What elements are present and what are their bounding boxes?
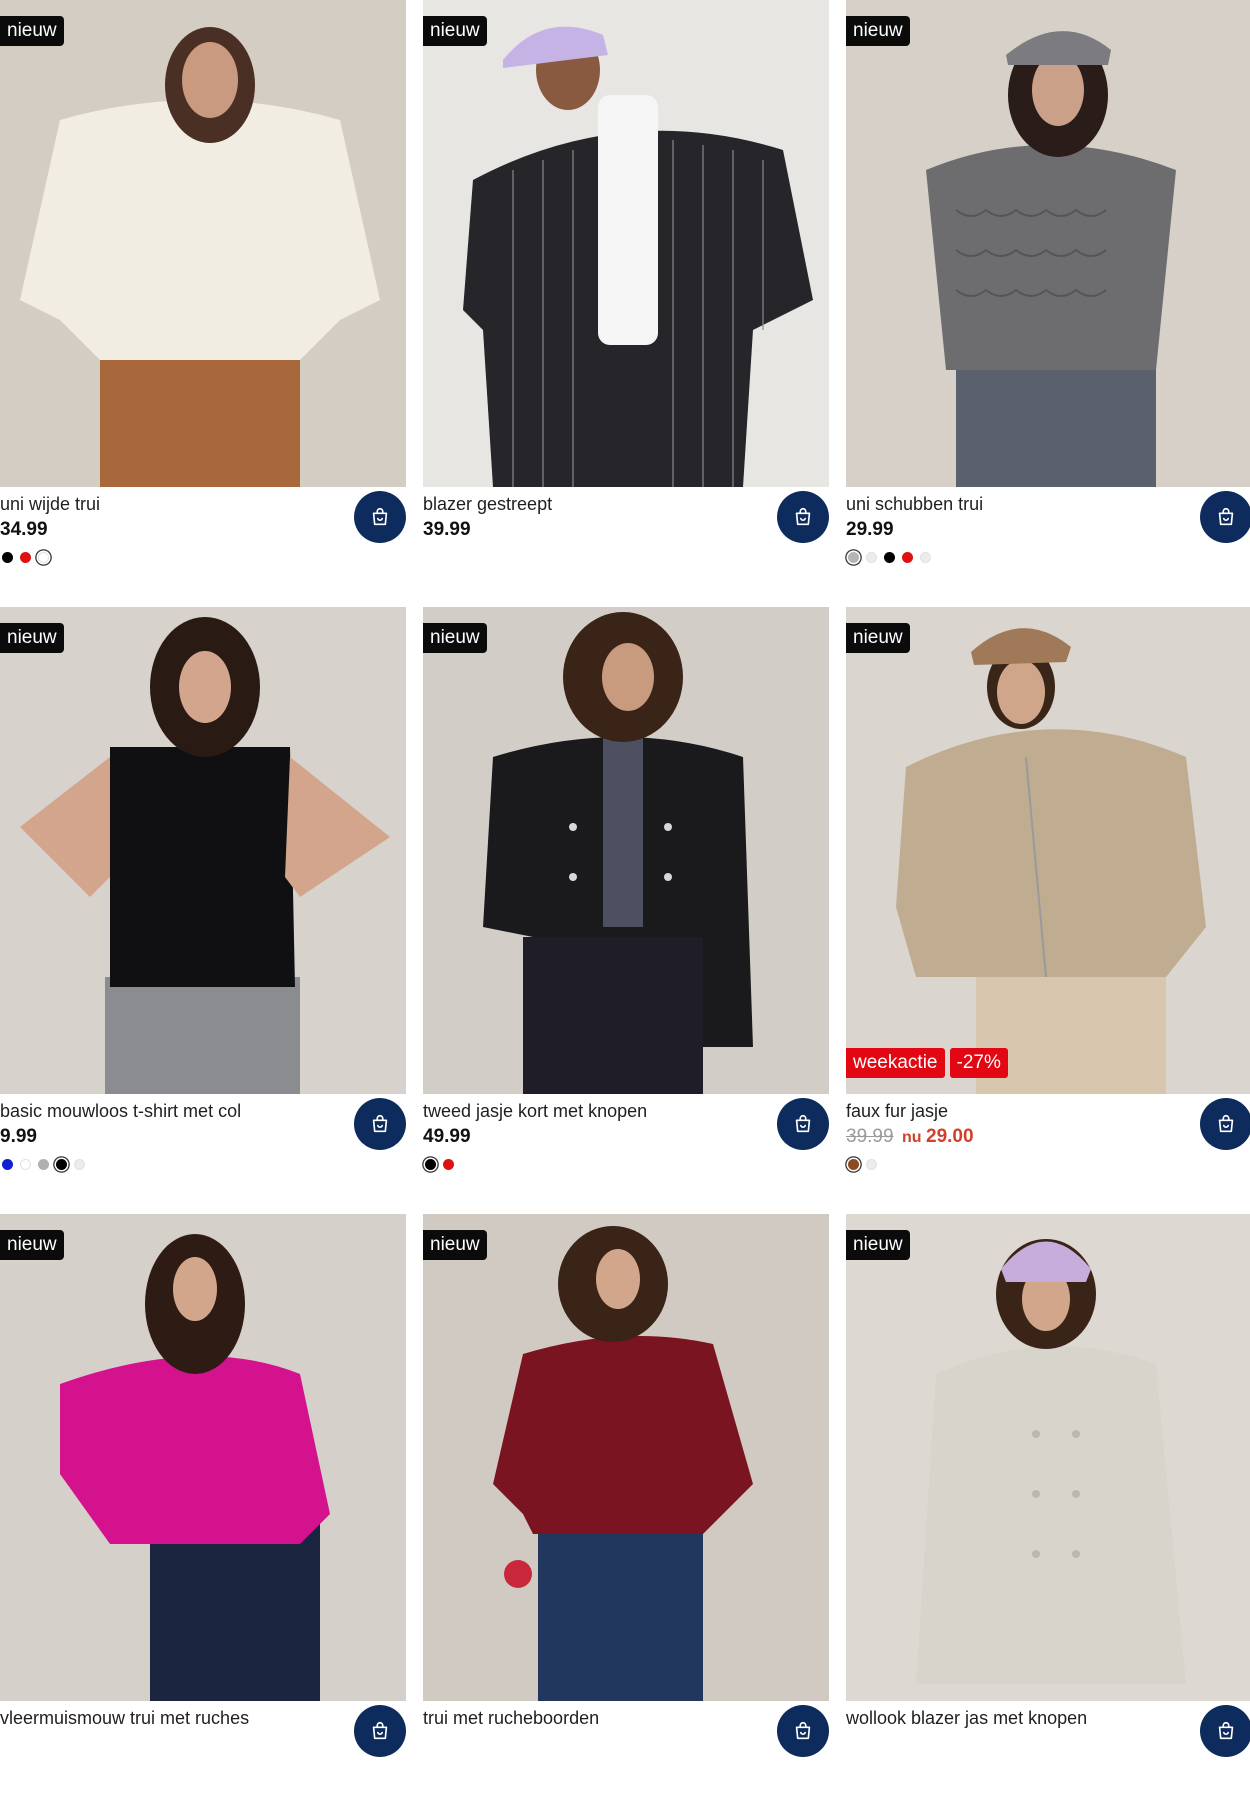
color-swatches: [848, 552, 931, 563]
nu-label: nu: [902, 1129, 922, 1146]
product-grid: nieuw uni wijde trui 34.99 nieuw blazer …: [0, 0, 1250, 1757]
product-image[interactable]: nieuw: [423, 0, 829, 487]
product-card[interactable]: nieuw tweed jasje kort met knopen 49.99: [423, 607, 829, 1194]
product-card[interactable]: nieuw weekactie -27% faux fur jasje 39.9…: [846, 607, 1250, 1194]
product-image[interactable]: nieuw weekactie -27%: [846, 607, 1250, 1094]
product-image[interactable]: nieuw: [423, 607, 829, 1094]
product-name[interactable]: basic mouwloos t-shirt met col: [0, 1101, 241, 1122]
product-price: 34.99: [0, 519, 48, 540]
product-image[interactable]: nieuw: [846, 1214, 1250, 1701]
product-image[interactable]: nieuw: [0, 607, 406, 1094]
product-card[interactable]: nieuw uni wijde trui 34.99: [0, 0, 406, 587]
color-swatch[interactable]: [56, 1159, 67, 1170]
color-swatch[interactable]: [38, 552, 49, 563]
product-price: 39.99: [423, 519, 471, 540]
product-card[interactable]: nieuw wollook blazer jas met knopen: [846, 1214, 1250, 1801]
color-swatch[interactable]: [866, 1159, 877, 1170]
shopping-bag-icon: [1218, 1114, 1234, 1133]
product-photo: [0, 607, 406, 1094]
product-name[interactable]: uni wijde trui: [0, 494, 100, 515]
product-card[interactable]: nieuw blazer gestreept 39.99: [423, 0, 829, 587]
color-swatches: [2, 552, 49, 563]
product-name[interactable]: vleermuismouw trui met ruches: [0, 1708, 249, 1729]
color-swatches: [425, 1159, 454, 1170]
product-card[interactable]: nieuw basic mouwloos t-shirt met col 9.9…: [0, 607, 406, 1194]
add-to-cart-button[interactable]: [777, 1705, 829, 1757]
color-swatches: [848, 1159, 877, 1170]
product-photo: [0, 1214, 406, 1701]
product-card[interactable]: nieuw trui met rucheboorden: [423, 1214, 829, 1801]
weekactie-badge: weekactie: [846, 1048, 945, 1078]
product-photo: [846, 0, 1250, 487]
product-image[interactable]: nieuw: [846, 0, 1250, 487]
product-image[interactable]: nieuw: [0, 0, 406, 487]
color-swatch[interactable]: [2, 552, 13, 563]
color-swatch[interactable]: [74, 1159, 85, 1170]
product-image[interactable]: nieuw: [423, 1214, 829, 1701]
shopping-bag-icon: [795, 1114, 811, 1133]
shopping-bag-icon: [1218, 1721, 1234, 1740]
add-to-cart-button[interactable]: [1200, 1098, 1250, 1150]
product-name[interactable]: trui met rucheboorden: [423, 1708, 599, 1729]
new-badge: nieuw: [0, 623, 64, 653]
product-card[interactable]: nieuw uni schubben trui 29.99: [846, 0, 1250, 587]
shopping-bag-icon: [1218, 507, 1234, 526]
shopping-bag-icon: [795, 507, 811, 526]
new-badge: nieuw: [423, 16, 487, 46]
promo-badges: weekactie -27%: [846, 1048, 1008, 1078]
color-swatch[interactable]: [20, 552, 31, 563]
color-swatch[interactable]: [20, 1159, 31, 1170]
shopping-bag-icon: [795, 1721, 811, 1740]
new-badge: nieuw: [846, 1230, 910, 1260]
product-photo: [0, 0, 406, 487]
color-swatches: [2, 1159, 85, 1170]
new-badge: nieuw: [0, 1230, 64, 1260]
product-card[interactable]: nieuw vleermuismouw trui met ruches: [0, 1214, 406, 1801]
shopping-bag-icon: [372, 1114, 388, 1133]
add-to-cart-button[interactable]: [1200, 491, 1250, 543]
add-to-cart-button[interactable]: [354, 1705, 406, 1757]
new-badge: nieuw: [846, 16, 910, 46]
product-name[interactable]: tweed jasje kort met knopen: [423, 1101, 647, 1122]
product-name[interactable]: faux fur jasje: [846, 1101, 948, 1122]
product-name[interactable]: wollook blazer jas met knopen: [846, 1708, 1087, 1729]
product-price: 49.99: [423, 1126, 471, 1147]
color-swatch[interactable]: [443, 1159, 454, 1170]
color-swatch[interactable]: [2, 1159, 13, 1170]
shopping-bag-icon: [372, 507, 388, 526]
color-swatch[interactable]: [920, 552, 931, 563]
color-swatch[interactable]: [884, 552, 895, 563]
product-photo: [423, 607, 829, 1094]
discount-badge: -27%: [949, 1048, 1008, 1078]
original-price: 39.99: [846, 1126, 894, 1147]
add-to-cart-button[interactable]: [777, 491, 829, 543]
shopping-bag-icon: [372, 1721, 388, 1740]
add-to-cart-button[interactable]: [354, 491, 406, 543]
product-photo: [423, 0, 829, 487]
color-swatch[interactable]: [425, 1159, 436, 1170]
product-photo: [846, 607, 1250, 1094]
new-badge: nieuw: [0, 16, 64, 46]
new-badge: nieuw: [846, 623, 910, 653]
product-price: 29.99: [846, 519, 894, 540]
color-swatch[interactable]: [902, 552, 913, 563]
color-swatch[interactable]: [848, 552, 859, 563]
add-to-cart-button[interactable]: [1200, 1705, 1250, 1757]
product-photo: [846, 1214, 1250, 1701]
product-name[interactable]: blazer gestreept: [423, 494, 552, 515]
new-badge: nieuw: [423, 1230, 487, 1260]
product-price: 9.99: [0, 1126, 37, 1147]
add-to-cart-button[interactable]: [354, 1098, 406, 1150]
color-swatch[interactable]: [866, 552, 877, 563]
sale-price: 29.00: [926, 1126, 974, 1147]
color-swatch[interactable]: [848, 1159, 859, 1170]
new-badge: nieuw: [423, 623, 487, 653]
add-to-cart-button[interactable]: [777, 1098, 829, 1150]
product-name[interactable]: uni schubben trui: [846, 494, 983, 515]
product-image[interactable]: nieuw: [0, 1214, 406, 1701]
color-swatch[interactable]: [38, 1159, 49, 1170]
product-photo: [423, 1214, 829, 1701]
